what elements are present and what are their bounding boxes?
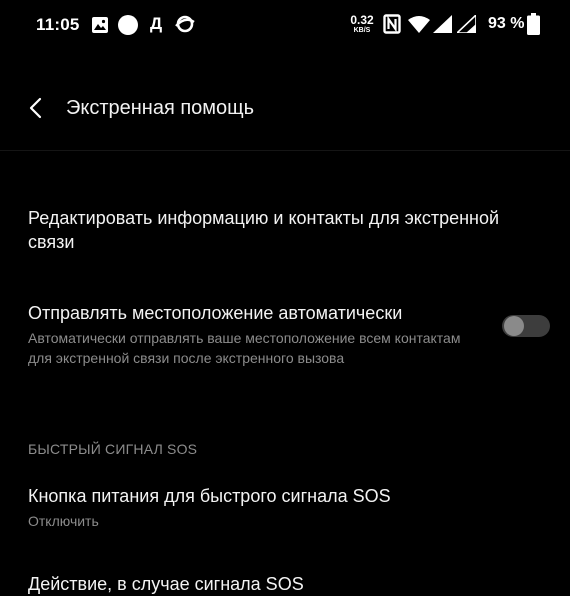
notification-letter-icon: Д xyxy=(150,14,163,33)
auto-location-subtitle: Автоматически отправлять ваше местополож… xyxy=(28,330,461,366)
status-time: 11:05 xyxy=(36,15,80,34)
page-title: Экстренная помощь xyxy=(66,97,255,119)
header-divider xyxy=(0,150,570,151)
status-bar: 11:05 Д 0.32 KB/S 93 % xyxy=(0,0,570,50)
power-button-sos-title: Кнопка питания для быстрого сигнала SOS xyxy=(28,486,391,506)
network-speed-unit: KB/S xyxy=(353,27,371,34)
auto-location-toggle[interactable] xyxy=(502,315,550,337)
sos-section-header: БЫСТРЫЙ СИГНАЛ SOS xyxy=(28,441,198,457)
battery-icon xyxy=(527,13,540,40)
signal-icon xyxy=(433,15,452,38)
wifi-icon xyxy=(408,16,430,38)
app-bar: Экстренная помощь xyxy=(0,80,570,140)
edit-emergency-info-title: Редактировать информацию и контакты для … xyxy=(28,208,500,252)
auto-location-title: Отправлять местоположение автоматически xyxy=(28,303,403,323)
sos-action-title: Действие, в случае сигнала SOS xyxy=(28,574,304,594)
circle-icon xyxy=(118,15,138,35)
opera-icon xyxy=(174,14,196,39)
battery-percent: 93 % xyxy=(488,15,525,32)
network-speed-value: 0.32 xyxy=(350,13,374,27)
network-speed: 0.32 KB/S xyxy=(349,14,375,34)
photo-icon xyxy=(92,17,108,38)
power-button-sos-subtitle: Отключить xyxy=(28,513,99,529)
signal-icon xyxy=(454,13,477,38)
toggle-knob xyxy=(504,316,524,336)
back-chevron-left-icon[interactable] xyxy=(26,96,48,120)
nfc-icon xyxy=(383,14,401,39)
